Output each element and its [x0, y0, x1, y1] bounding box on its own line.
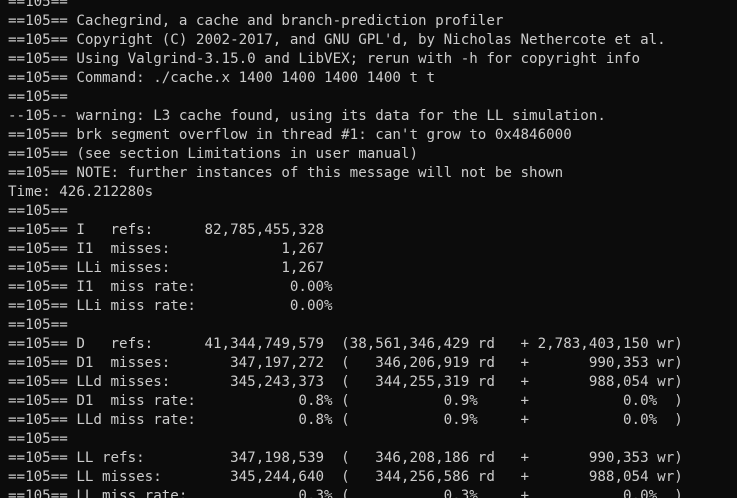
terminal-line: ==105== I1 misses: 1,267 — [8, 241, 325, 257]
terminal-output: ==105== ==105== Cachegrind, a cache and … — [8, 0, 737, 498]
terminal-line: ==105== D1 miss rate: 0.8% ( 0.9% + 0.0%… — [8, 393, 683, 409]
terminal-line: ==105== D refs: 41,344,749,579 (38,561,3… — [8, 336, 683, 352]
terminal-line: ==105== LL misses: 345,244,640 ( 344,256… — [8, 469, 683, 485]
terminal-line: Time: 426.212280s — [8, 184, 154, 200]
terminal-line: ==105== NOTE: further instances of this … — [8, 165, 564, 181]
terminal-line: ==105== — [8, 317, 68, 333]
terminal-line: ==105== LLd miss rate: 0.8% ( 0.9% + 0.0… — [8, 412, 683, 428]
terminal-line: ==105== Cachegrind, a cache and branch-p… — [8, 13, 504, 29]
terminal-line: ==105== LLd misses: 345,243,373 ( 344,25… — [8, 374, 683, 390]
terminal-line: ==105== LL miss rate: 0.3% ( 0.3% + 0.0%… — [8, 488, 683, 498]
terminal-line: ==105== — [8, 0, 77, 10]
terminal-line: ==105== I1 miss rate: 0.00% — [8, 279, 333, 295]
terminal-line: ==105== LL refs: 347,198,539 ( 346,208,1… — [8, 450, 683, 466]
terminal-line: ==105== LLi misses: 1,267 — [8, 260, 325, 276]
terminal-line: ==105== I refs: 82,785,455,328 — [8, 222, 325, 238]
terminal-line: ==105== — [8, 431, 68, 447]
terminal-line: ==105== (see section Limitations in user… — [8, 146, 418, 162]
terminal-line: ==105== Copyright (C) 2002-2017, and GNU… — [8, 32, 666, 48]
terminal-line: ==105== — [8, 89, 68, 105]
terminal-line: ==105== — [8, 203, 68, 219]
terminal-line: ==105== Command: ./cache.x 1400 1400 140… — [8, 70, 436, 86]
terminal-line: ==105== LLi miss rate: 0.00% — [8, 298, 333, 314]
terminal-line: ==105== D1 misses: 347,197,272 ( 346,206… — [8, 355, 683, 371]
terminal-line: --105-- warning: L3 cache found, using i… — [8, 108, 606, 124]
terminal-window[interactable]: ==105== ==105== Cachegrind, a cache and … — [0, 0, 737, 498]
terminal-line: ==105== brk segment overflow in thread #… — [8, 127, 572, 143]
terminal-line: ==105== Using Valgrind-3.15.0 and LibVEX… — [8, 51, 641, 67]
